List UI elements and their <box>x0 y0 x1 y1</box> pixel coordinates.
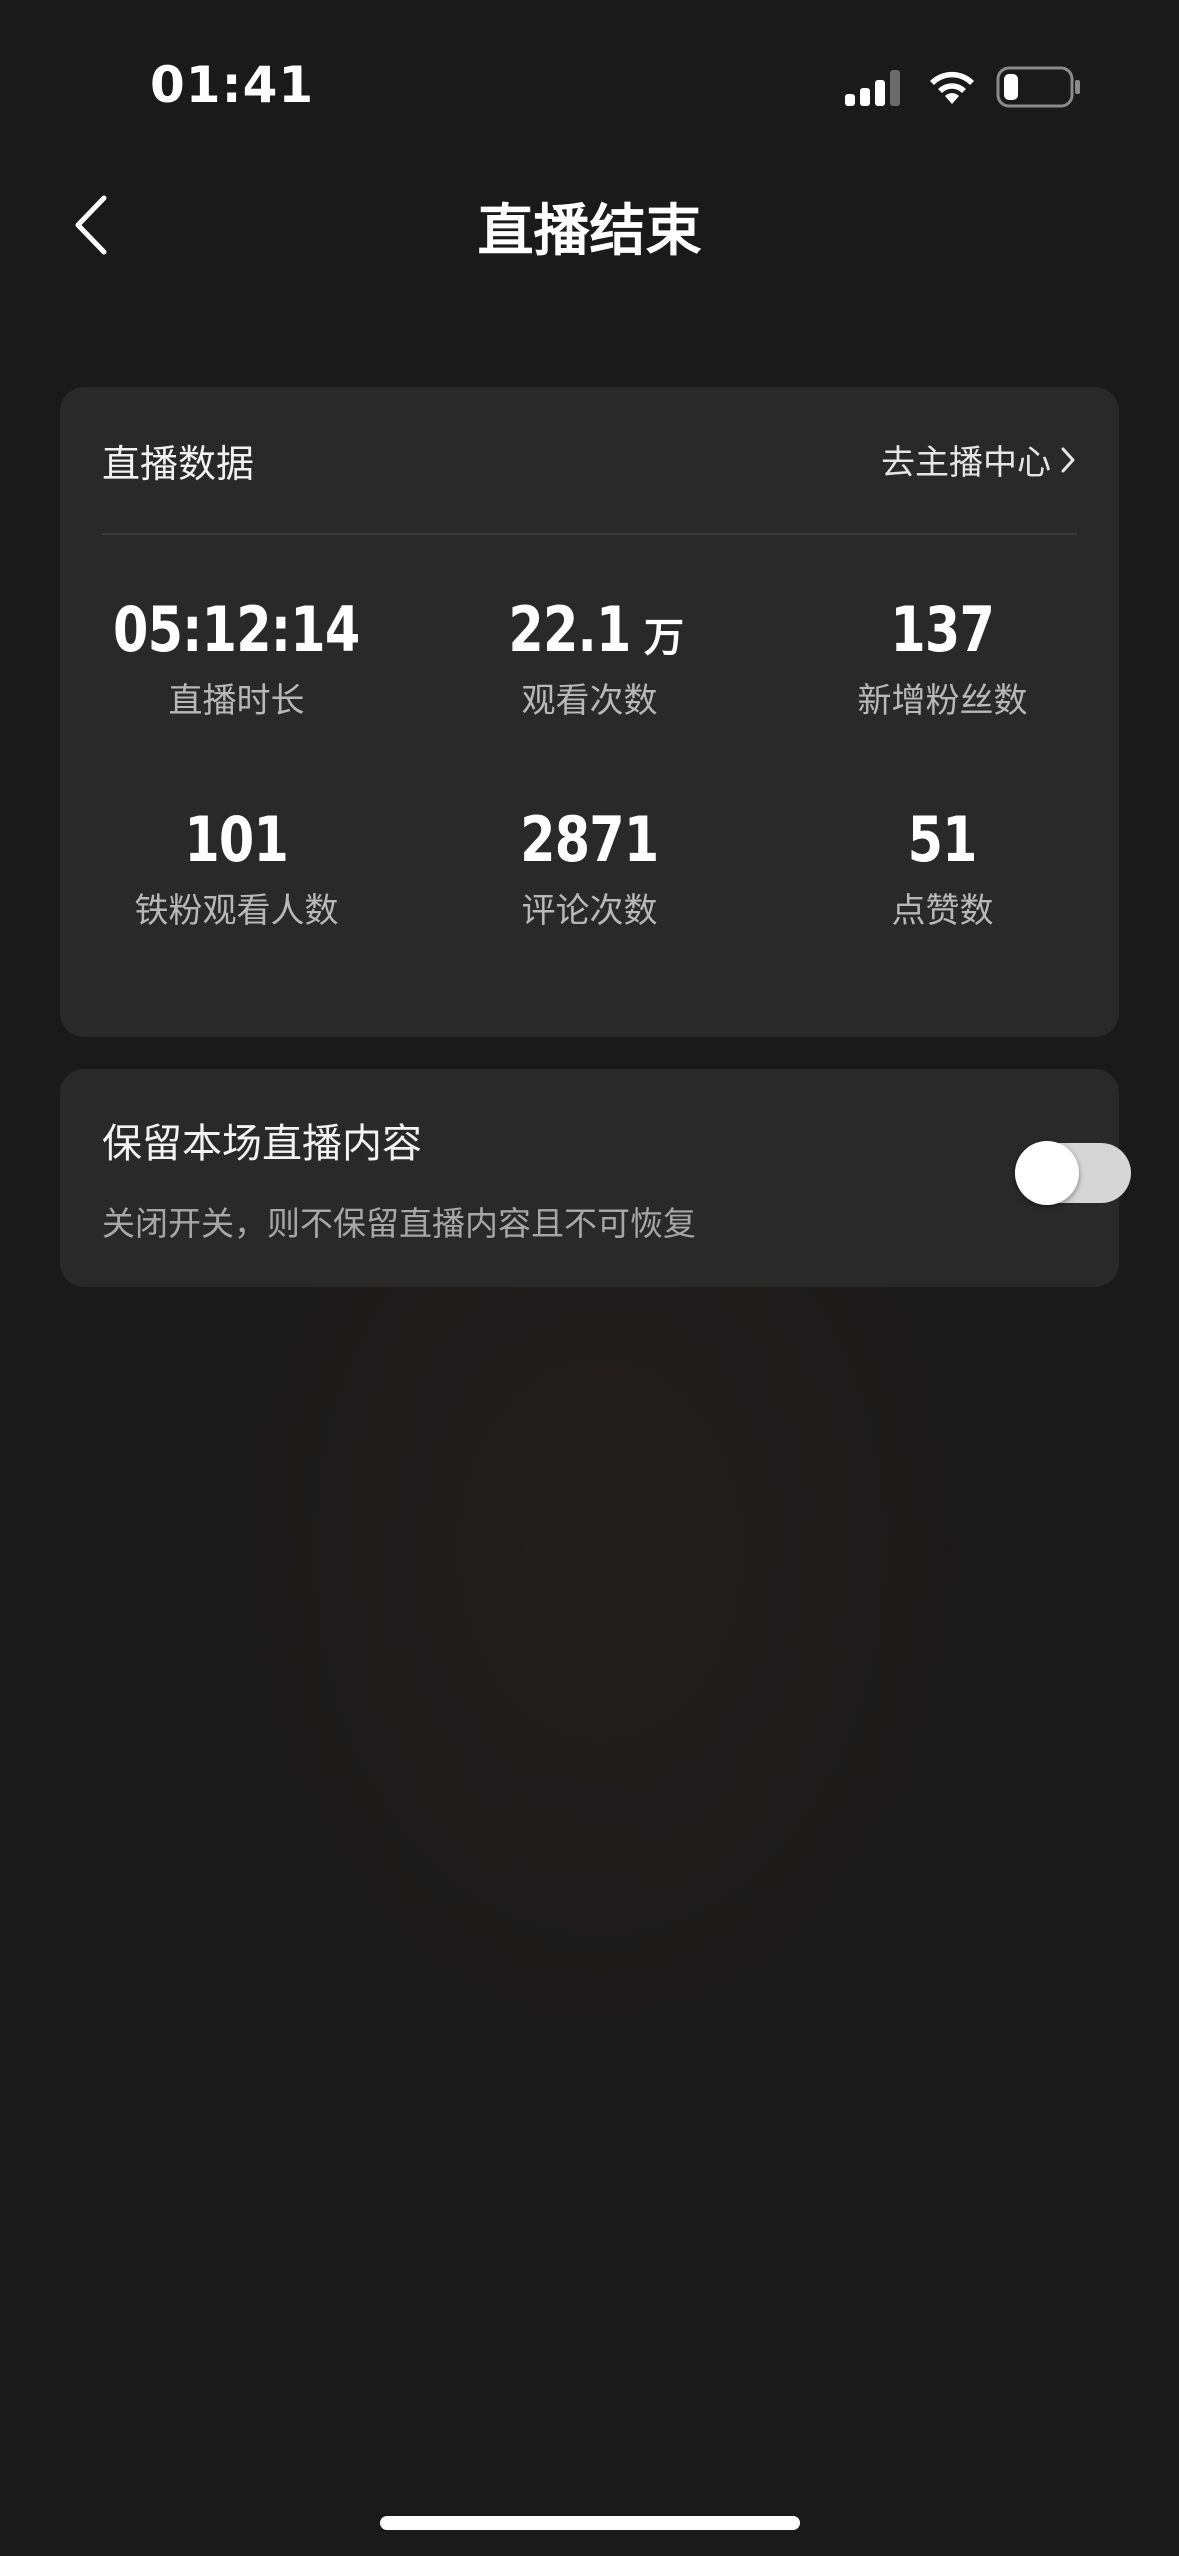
stat-label: 铁粉观看人数 <box>134 891 339 931</box>
battery-icon <box>996 66 1080 108</box>
stat-label: 直播时长 <box>168 681 305 721</box>
status-bar: 01:41 <box>0 0 1179 170</box>
stat-new-followers: 137 新增粉丝数 <box>766 593 1119 722</box>
keep-content-toggle[interactable] <box>1015 1141 1131 1205</box>
stat-value: 51 <box>907 803 978 876</box>
stat-value: 2871 <box>520 803 659 876</box>
keep-content-description: 关闭开关，则不保留直播内容且不可恢复 <box>102 1204 696 1243</box>
card-title: 直播数据 <box>102 442 255 486</box>
toggle-knob <box>1015 1141 1079 1205</box>
stat-value: 137 <box>890 593 995 666</box>
page-title: 直播结束 <box>477 199 702 264</box>
stat-label: 观看次数 <box>521 681 658 721</box>
stat-value: 22.1 <box>508 593 631 666</box>
host-center-link[interactable]: 去主播中心 <box>881 435 1077 484</box>
home-indicator[interactable] <box>380 2516 800 2530</box>
stat-value: 05:12:14 <box>113 593 360 666</box>
stat-iron-fans: 101 铁粉观看人数 <box>60 803 413 932</box>
wifi-icon <box>930 71 974 104</box>
card-header: 直播数据 去主播中心 <box>102 387 1077 535</box>
chevron-right-icon <box>1061 447 1075 472</box>
stat-likes: 51 点赞数 <box>766 803 1119 932</box>
stat-comments: 2871 评论次数 <box>413 803 766 932</box>
stat-views: 22.1 万 观看次数 <box>413 593 766 722</box>
stat-duration: 05:12:14 直播时长 <box>60 593 413 722</box>
stat-unit: 万 <box>643 615 684 661</box>
status-time: 01:41 <box>150 56 315 114</box>
keep-content-card: 保留本场直播内容 关闭开关，则不保留直播内容且不可恢复 <box>60 1069 1131 1287</box>
stat-value: 101 <box>184 803 289 876</box>
keep-content-title: 保留本场直播内容 <box>102 1121 422 1167</box>
stat-label: 新增粉丝数 <box>857 681 1028 721</box>
stat-label: 评论次数 <box>521 891 658 931</box>
nav-bar: 直播结束 <box>0 170 1179 280</box>
host-center-link-label: 去主播中心 <box>881 443 1051 483</box>
stat-label: 点赞数 <box>891 891 994 931</box>
cellular-signal-icon <box>845 70 900 106</box>
live-stats-card: 直播数据 去主播中心 05:12:14 直播时长 22.1 万 观看次数 137 … <box>60 387 1119 1037</box>
